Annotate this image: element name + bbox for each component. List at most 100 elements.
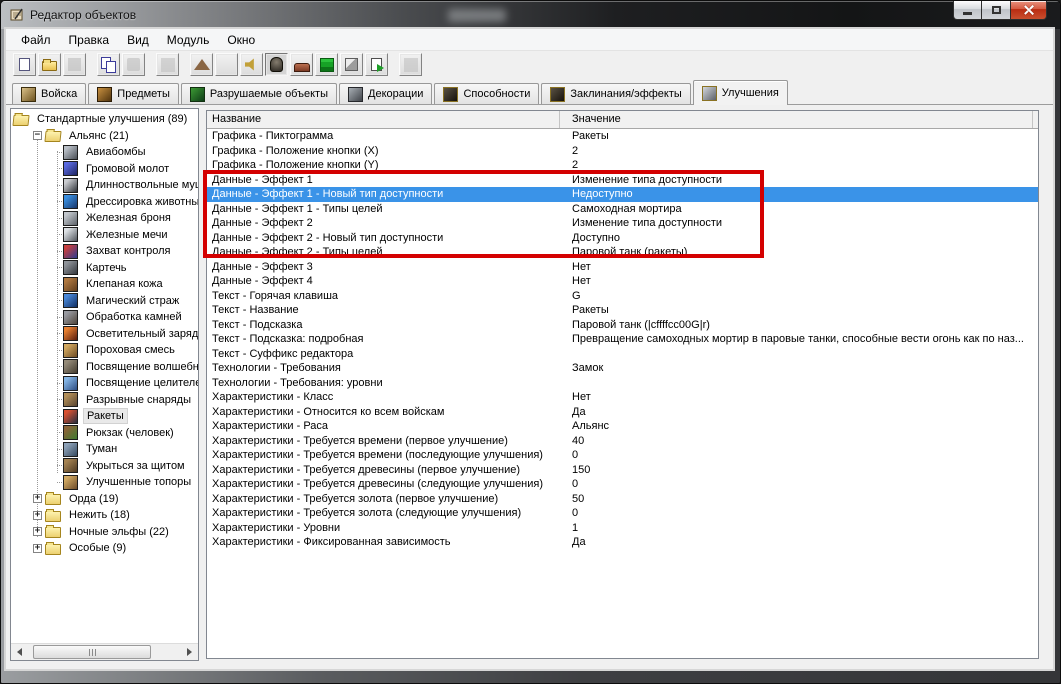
paste-button[interactable]	[122, 53, 145, 76]
tree-item[interactable]: Разрывные снаряды	[11, 392, 198, 409]
tree-item[interactable]: Клепаная кожа	[11, 276, 198, 293]
collapse-icon[interactable]: −	[33, 131, 42, 141]
table-row[interactable]: Данные - Эффект 2 - Типы целей Паровой та…	[207, 245, 1038, 260]
object-manager-button[interactable]	[340, 53, 363, 76]
import-manager-button[interactable]	[365, 53, 388, 76]
table-row[interactable]: Данные - Эффект 1 - Новый тип доступност…	[207, 187, 1038, 202]
tree-item[interactable]: − Альянс (21)	[11, 128, 198, 145]
tree-item[interactable]: Укрыться за щитом	[11, 458, 198, 475]
tree-item[interactable]: Авиабомбы	[11, 144, 198, 161]
table-row[interactable]: Текст - Суффикс редактора	[207, 347, 1038, 362]
table-row[interactable]: Текст - Подсказка: подробная Превращение …	[207, 332, 1038, 347]
test-map-button[interactable]	[399, 53, 422, 76]
tree-item[interactable]: + Нежить (18)	[11, 507, 198, 524]
tab-units[interactable]: Войска	[12, 83, 87, 104]
copy-button[interactable]	[97, 53, 120, 76]
tree-item[interactable]: + Орда (19)	[11, 491, 198, 508]
save-map-button[interactable]	[63, 53, 86, 76]
tab-items[interactable]: Предметы	[88, 83, 179, 104]
menu-item-Файл[interactable]: Файл	[12, 30, 60, 50]
object-editor-button[interactable]	[265, 53, 288, 76]
ai-editor-button[interactable]	[315, 53, 338, 76]
table-row[interactable]: Данные - Эффект 1 Изменение типа доступно…	[207, 173, 1038, 188]
tree-item[interactable]: Посвящение волшебниц	[11, 359, 198, 376]
tree-item[interactable]: + Особые (9)	[11, 540, 198, 557]
menu-item-Модуль[interactable]: Модуль	[158, 30, 219, 50]
table-row[interactable]: Характеристики - Раса Альянс	[207, 419, 1038, 434]
tab-abilities[interactable]: Способности	[434, 83, 540, 104]
table-row[interactable]: Характеристики - Требуется времени (перв…	[207, 434, 1038, 449]
tree-item[interactable]: Рюкзак (человек)	[11, 425, 198, 442]
tree-item[interactable]: Магический страж	[11, 293, 198, 310]
table-row[interactable]: Текст - Название Ракеты	[207, 303, 1038, 318]
table-row[interactable]: Характеристики - Требуется древесины (пе…	[207, 463, 1038, 478]
tree-item[interactable]: Длинноствольные мушкеты	[11, 177, 198, 194]
tree-item[interactable]: Железные мечи	[11, 227, 198, 244]
table-row[interactable]: Характеристики - Фиксированная зависимос…	[207, 535, 1038, 550]
close-button[interactable]	[1010, 1, 1047, 20]
tree-item[interactable]: Осветительный заряд	[11, 326, 198, 343]
tree-item[interactable]: Захват контроля	[11, 243, 198, 260]
open-map-button[interactable]	[38, 53, 61, 76]
table-row[interactable]: Характеристики - Уровни 1	[207, 521, 1038, 536]
tab-doodads[interactable]: Декорации	[339, 83, 433, 104]
table-row[interactable]: Характеристики - Требуется времени (посл…	[207, 448, 1038, 463]
tree-item[interactable]: Улучшенные топоры	[11, 474, 198, 491]
tree-item[interactable]: Обработка камней	[11, 309, 198, 326]
table-row[interactable]: Графика - Положение кнопки (Y) 2	[207, 158, 1038, 173]
table-row[interactable]: Текст - Горячая клавиша G	[207, 289, 1038, 304]
table-row[interactable]: Графика - Положение кнопки (X) 2	[207, 144, 1038, 159]
scroll-left-arrow[interactable]	[11, 644, 28, 660]
table-row[interactable]: Данные - Эффект 3 Нет	[207, 260, 1038, 275]
campaign-editor-button[interactable]	[290, 53, 313, 76]
table-row[interactable]: Характеристики - Относится ко всем войск…	[207, 405, 1038, 420]
expand-icon[interactable]: +	[33, 494, 42, 504]
table-row[interactable]: Характеристики - Требуется золота (перво…	[207, 492, 1038, 507]
tree-item[interactable]: Туман	[11, 441, 198, 458]
table-row[interactable]: Данные - Эффект 2 Изменение типа доступно…	[207, 216, 1038, 231]
table-row[interactable]: Данные - Эффект 1 - Типы целей Самоходная…	[207, 202, 1038, 217]
tree-item[interactable]: Железная броня	[11, 210, 198, 227]
tree-item[interactable]: Посвящение целителей	[11, 375, 198, 392]
tree-item[interactable]: Стандартные улучшения (89)	[11, 111, 198, 128]
tree-item[interactable]: Ракеты	[11, 408, 198, 425]
column-divider[interactable]	[1032, 111, 1033, 128]
tree-item[interactable]: Картечь	[11, 260, 198, 277]
tree-item[interactable]: Пороховая смесь	[11, 342, 198, 359]
table-row[interactable]: Характеристики - Требуется золота (следу…	[207, 506, 1038, 521]
table-row[interactable]: Данные - Эффект 4 Нет	[207, 274, 1038, 289]
tree-item[interactable]: + Ночные эльфы (22)	[11, 524, 198, 541]
undo-button[interactable]	[156, 53, 179, 76]
maximize-button[interactable]	[982, 1, 1010, 20]
titlebar[interactable]: Редактор объектов	[1, 1, 1060, 29]
column-divider[interactable]	[559, 111, 560, 128]
expand-icon[interactable]: +	[33, 527, 42, 537]
new-map-button[interactable]	[13, 53, 36, 76]
scrollbar-thumb[interactable]	[33, 645, 151, 659]
column-header-name[interactable]: Название	[212, 113, 261, 125]
table-row[interactable]: Текст - Подсказка Паровой танк (|cffffcc0…	[207, 318, 1038, 333]
expand-icon[interactable]: +	[33, 510, 42, 520]
table-row[interactable]: Характеристики - Класс Нет	[207, 390, 1038, 405]
sound-editor-button[interactable]	[240, 53, 263, 76]
tab-destructibles[interactable]: Разрушаемые объекты	[180, 83, 337, 104]
table-row[interactable]: Технологии - Требования Замок	[207, 361, 1038, 376]
tree-item[interactable]: Дрессировка животных	[11, 194, 198, 211]
table-row[interactable]: Характеристики - Требуется древесины (сл…	[207, 477, 1038, 492]
table-row[interactable]: Графика - Пиктограмма Ракеты	[207, 129, 1038, 144]
expand-icon[interactable]: +	[33, 543, 42, 553]
trigger-editor-button[interactable]	[215, 53, 238, 76]
scroll-right-arrow[interactable]	[181, 644, 198, 660]
tab-upgrades[interactable]: Улучшения	[692, 80, 788, 105]
column-header-value[interactable]: Значение	[572, 113, 621, 125]
table-row[interactable]: Технологии - Требования: уровни	[207, 376, 1038, 391]
tree-item[interactable]: Громовой молот	[11, 161, 198, 178]
tab-buffs[interactable]: Заклинания/эффекты	[541, 83, 691, 104]
terrain-editor-button[interactable]	[190, 53, 213, 76]
menu-item-Окно[interactable]: Окно	[218, 30, 264, 50]
menu-item-Правка[interactable]: Правка	[60, 30, 119, 50]
horizontal-scrollbar[interactable]	[11, 643, 198, 660]
minimize-button[interactable]	[953, 1, 982, 20]
table-row[interactable]: Данные - Эффект 2 - Новый тип доступност…	[207, 231, 1038, 246]
menu-item-Вид[interactable]: Вид	[118, 30, 158, 50]
